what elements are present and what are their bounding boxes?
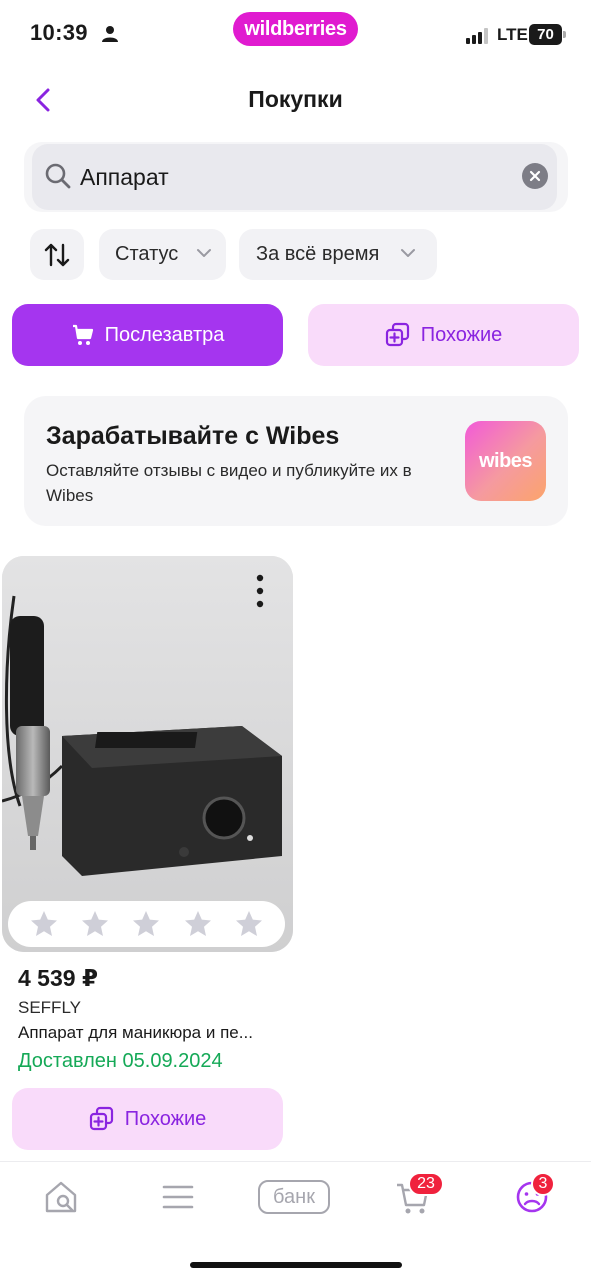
product-price: 4 539 ₽ xyxy=(18,965,98,991)
brand-logo: wildberries xyxy=(233,12,358,46)
primary-button-label: Послезавтра xyxy=(104,323,225,346)
cart-icon xyxy=(72,324,93,345)
star-icon[interactable] xyxy=(183,909,213,939)
status-filter[interactable]: Статус xyxy=(99,229,226,280)
similar-icon xyxy=(385,322,409,347)
search-icon xyxy=(45,163,71,189)
network-type: LTE xyxy=(497,25,528,44)
home-search-icon[interactable] xyxy=(41,1177,81,1217)
status-time: 10:39 xyxy=(30,20,88,45)
home-indicator xyxy=(190,1262,402,1268)
clear-search-button[interactable] xyxy=(522,163,548,189)
product-name[interactable]: Аппарат для маникюра и пе... xyxy=(18,1023,253,1043)
product-brand: SEFFLY xyxy=(18,998,81,1017)
chevron-down-icon xyxy=(197,249,211,257)
similar-button-label: Похожие xyxy=(420,323,503,346)
period-filter-label: За всё время xyxy=(256,243,380,265)
banner-text: Оставляйте отзывы с видео и публикуйте и… xyxy=(46,461,412,505)
similar-button-label: Похожие xyxy=(124,1107,207,1130)
star-icon[interactable] xyxy=(234,909,264,939)
profile-badge: 3 xyxy=(531,1172,555,1196)
more-options-icon[interactable] xyxy=(250,572,270,610)
tab-bank-label: банк xyxy=(273,1185,315,1208)
deliver-day-after-tomorrow-button[interactable]: Послезавтра xyxy=(12,304,283,366)
similar-icon xyxy=(89,1106,113,1131)
product-image[interactable] xyxy=(2,556,293,952)
wibes-logo: wibes xyxy=(465,421,546,501)
status-filter-label: Статус xyxy=(115,243,179,265)
sort-button[interactable] xyxy=(30,229,84,280)
star-icon[interactable] xyxy=(80,909,110,939)
menu-icon[interactable] xyxy=(158,1177,198,1217)
star-icon[interactable] xyxy=(29,909,59,939)
cart-badge: 23 xyxy=(408,1172,444,1196)
sort-icon xyxy=(44,243,70,266)
manicure-device-image xyxy=(2,556,293,952)
rating-stars[interactable] xyxy=(8,901,285,947)
battery-tip xyxy=(563,31,566,38)
chevron-down-icon xyxy=(401,249,415,257)
tab-bank[interactable]: банк xyxy=(258,1180,330,1214)
delivery-status: Доставлен 05.09.2024 xyxy=(18,1050,223,1072)
star-icon[interactable] xyxy=(131,909,161,939)
search-input[interactable] xyxy=(80,157,500,197)
period-filter[interactable]: За всё время xyxy=(239,229,437,280)
similar-button[interactable]: Похожие xyxy=(308,304,579,366)
banner-title: Зарабатывайте с Wibes xyxy=(46,422,340,450)
close-icon xyxy=(529,170,541,182)
page-title: Покупки xyxy=(248,86,343,112)
battery-level: 70 xyxy=(529,24,562,45)
signal-icon xyxy=(466,28,488,44)
product-similar-button[interactable]: Похожие xyxy=(12,1088,283,1150)
person-icon xyxy=(102,26,118,42)
